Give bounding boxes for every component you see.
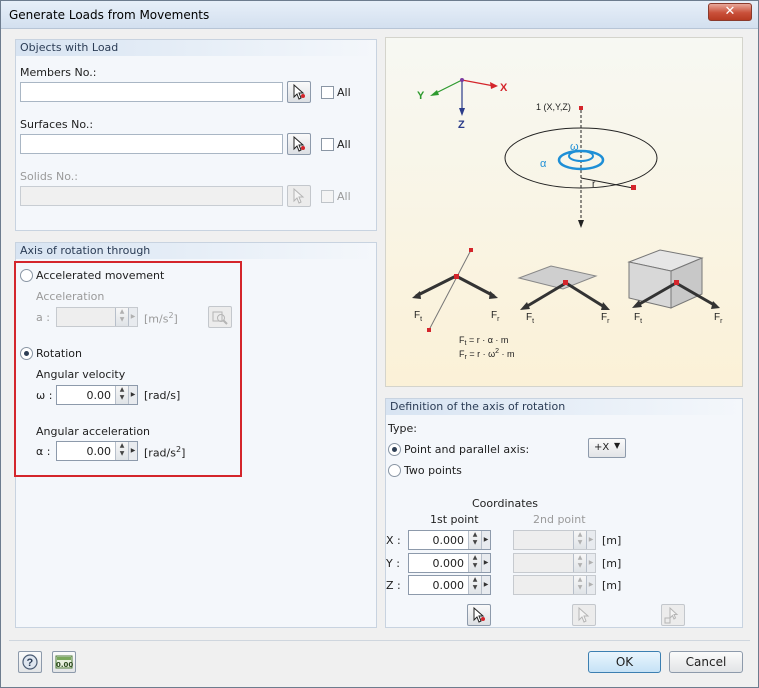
ft-label-surface: Ft: [526, 312, 534, 325]
coord-z-label: Z :: [386, 579, 401, 592]
pick-two-points-button[interactable]: [661, 604, 685, 626]
solids-all-label: All: [337, 190, 351, 203]
type-label: Type:: [388, 422, 417, 435]
coordinates-label: Coordinates: [472, 497, 539, 510]
second-point-label: 2nd point: [533, 513, 586, 526]
svg-text:?: ?: [27, 657, 34, 669]
units-icon-text: 0.00: [56, 661, 74, 669]
solids-input[interactable]: [20, 186, 283, 206]
members-label: Members No.:: [20, 66, 97, 79]
solids-pick-button[interactable]: [287, 185, 311, 207]
coord-z2-arrow-button[interactable]: ▶: [586, 576, 595, 594]
two-points-radio[interactable]: [388, 464, 401, 477]
surfaces-label: Surfaces No.:: [20, 118, 94, 131]
members-input[interactable]: [20, 82, 283, 102]
two-points-label: Two points: [404, 464, 462, 477]
coord-x-value: 0.000: [432, 534, 465, 547]
help-button[interactable]: ?: [18, 651, 42, 673]
coord-z-unit: [m]: [602, 579, 622, 592]
coord-z-second-input[interactable]: ▲ ▼ ▶: [513, 575, 596, 595]
coord-z-arrow-button[interactable]: ▶: [481, 576, 490, 594]
pick-cursor-icon: [293, 135, 305, 152]
solids-all-checkbox[interactable]: [321, 190, 334, 203]
objects-with-load-header: Objects with Load: [16, 40, 376, 56]
point-parallel-radio[interactable]: [388, 443, 401, 456]
surfaces-input[interactable]: [20, 134, 283, 154]
axis-z-label: Z: [458, 119, 465, 131]
direction-dropdown[interactable]: +X ▼: [588, 438, 626, 458]
members-all-label: All: [337, 86, 351, 99]
coord-x-first-input[interactable]: 0.000 ▲ ▼ ▶: [408, 530, 491, 550]
units-button[interactable]: 0.00: [52, 651, 76, 673]
ok-button[interactable]: OK: [588, 651, 661, 673]
alpha-symbol: α: [540, 158, 547, 170]
chevron-down-icon: ▼: [614, 441, 621, 450]
dialog-window: Generate Loads from Movements ✕ Objects …: [0, 0, 759, 688]
formula-ft: Ft = r · α · m: [459, 335, 508, 347]
surfaces-all-label: All: [337, 138, 351, 151]
coord-y-first-input[interactable]: 0.000 ▲ ▼ ▶: [408, 553, 491, 573]
surfaces-all-checkbox[interactable]: [321, 138, 334, 151]
fr-label-solid: Fr: [714, 312, 723, 325]
cancel-button[interactable]: Cancel: [669, 651, 743, 673]
axis-x-label: X: [500, 82, 508, 94]
coord-z-value: 0.000: [432, 579, 465, 592]
axis-definition-header: Definition of the axis of rotation: [386, 399, 742, 415]
pick-cursor-icon: [293, 83, 305, 100]
coord-z-spinner[interactable]: ▲ ▼: [468, 576, 481, 594]
highlight-frame: [14, 261, 242, 477]
footer-separator: [9, 640, 750, 641]
help-icon: ?: [22, 654, 38, 670]
formula-fr: Fr = r · ω2 · m: [459, 348, 515, 361]
coord-x2-spinner[interactable]: ▲ ▼: [573, 531, 586, 549]
coord-y2-spinner[interactable]: ▲ ▼: [573, 554, 586, 572]
omega-symbol: ω: [570, 141, 579, 153]
coord-x-spinner[interactable]: ▲ ▼: [468, 531, 481, 549]
coord-y-value: 0.000: [432, 557, 465, 570]
coord-z-first-input[interactable]: 0.000 ▲ ▼ ▶: [408, 575, 491, 595]
ft-label-member: Ft: [414, 310, 422, 323]
objects-with-load-panel: Objects with Load Members No.: All Surfa…: [15, 39, 377, 231]
ft-label-solid: Ft: [634, 312, 642, 325]
coord-y-unit: [m]: [602, 557, 622, 570]
fr-label-member: Fr: [491, 310, 500, 323]
coord-z2-spinner[interactable]: ▲ ▼: [573, 576, 586, 594]
coord-y-arrow-button[interactable]: ▶: [481, 554, 490, 572]
members-pick-button[interactable]: [287, 81, 311, 103]
pick-second-point-button[interactable]: [572, 604, 596, 626]
axis-of-rotation-through-header: Axis of rotation through: [16, 243, 376, 259]
pick-cursor-icon: [578, 606, 590, 623]
direction-value: +X: [594, 442, 610, 453]
fr-label-surface: Fr: [601, 312, 610, 325]
solids-label: Solids No.:: [20, 170, 79, 183]
axis-y-label: Y: [417, 90, 425, 102]
first-point-label: 1st point: [430, 513, 479, 526]
coord-x-second-input[interactable]: ▲ ▼ ▶: [513, 530, 596, 550]
pick-first-point-button[interactable]: [467, 604, 491, 626]
coord-x-label: X :: [386, 534, 401, 547]
coord-x2-arrow-button[interactable]: ▶: [586, 531, 595, 549]
close-button[interactable]: ✕: [708, 3, 752, 21]
point-label: 1 (X,Y,Z): [536, 102, 571, 112]
title-bar: Generate Loads from Movements ✕: [1, 1, 758, 29]
members-all-checkbox[interactable]: [321, 86, 334, 99]
rotation-illustration: X Y Z 1 (X,Y,Z) r ω α Ft Fr Ft Fr Ft Fr …: [385, 37, 743, 387]
coord-x-arrow-button[interactable]: ▶: [481, 531, 490, 549]
coord-y-second-input[interactable]: ▲ ▼ ▶: [513, 553, 596, 573]
surfaces-pick-button[interactable]: [287, 133, 311, 155]
point-parallel-label: Point and parallel axis:: [404, 443, 530, 456]
coord-y2-arrow-button[interactable]: ▶: [586, 554, 595, 572]
coord-x-unit: [m]: [602, 534, 622, 547]
rotation-diagram: X Y Z 1 (X,Y,Z) r ω α Ft Fr Ft Fr Ft Fr …: [412, 78, 723, 361]
window-title: Generate Loads from Movements: [9, 8, 210, 22]
pick-cursor-icon: [473, 606, 485, 623]
pick-cursor-icon: [293, 187, 305, 204]
pick-two-points-icon: [664, 606, 679, 624]
coord-y-label: Y :: [386, 557, 400, 570]
coord-y-spinner[interactable]: ▲ ▼: [468, 554, 481, 572]
